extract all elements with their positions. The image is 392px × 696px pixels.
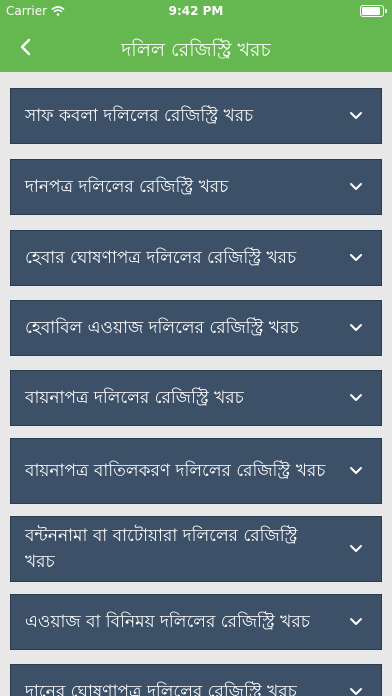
accordion-item-label: হেবাবিল এওয়াজ দলিলের রেজিস্ট্রি খরচ	[25, 318, 299, 338]
accordion-item[interactable]: দানের ঘোষণাপত্র দলিলের রেজিস্ট্রি খরচ	[10, 664, 382, 696]
page-title: দলিল রেজিস্ট্রি খরচ	[121, 39, 271, 61]
accordion-item-label: বায়নাপত্র বাতিলকরণ দলিলের রেজিস্ট্রি খর…	[25, 461, 326, 481]
chevron-down-icon	[350, 618, 362, 625]
status-bar: Carrier 9:42 PM	[0, 0, 392, 22]
status-time: 9:42 PM	[168, 4, 224, 18]
accordion-item-label: সাফ কবলা দলিলের রেজিস্ট্রি খরচ	[25, 106, 254, 126]
accordion-item[interactable]: বন্টননামা বা বাটোয়ারা দলিলের রেজিস্ট্রি…	[10, 516, 382, 582]
accordion-item-label: বন্টননামা বা বাটোয়ারা দলিলের রেজিস্ট্রি…	[25, 526, 298, 572]
battery-level	[362, 7, 381, 15]
battery-icon	[360, 5, 387, 17]
chevron-down-icon	[350, 324, 362, 331]
accordion-item-label: বায়নাপত্র দলিলের রেজিস্ট্রি খরচ	[25, 388, 244, 408]
chevron-down-icon	[350, 183, 362, 190]
chevron-down-icon	[350, 467, 362, 474]
chevron-down-icon	[350, 688, 362, 695]
chevron-down-icon	[350, 254, 362, 261]
navigation-bar: দলিল রেজিস্ট্রি খরচ	[0, 22, 392, 72]
accordion-item[interactable]: এওয়াজ বা বিনিময় দলিলের রেজিস্ট্রি খরচ	[10, 594, 382, 650]
accordion-item[interactable]: বায়নাপত্র বাতিলকরণ দলিলের রেজিস্ট্রি খর…	[10, 438, 382, 504]
accordion-item-label: দানপত্র দলিলের রেজিস্ট্রি খরচ	[25, 177, 229, 197]
accordion-item-label: এওয়াজ বা বিনিময় দলিলের রেজিস্ট্রি খরচ	[25, 612, 310, 632]
chevron-down-icon	[350, 545, 362, 552]
accordion-item-label: হেবার ঘোষণাপত্র দলিলের রেজিস্ট্রি খরচ	[25, 248, 297, 268]
accordion-item[interactable]: সাফ কবলা দলিলের রেজিস্ট্রি খরচ	[10, 88, 382, 144]
chevron-down-icon	[350, 112, 362, 119]
accordion-item[interactable]: হেবাবিল এওয়াজ দলিলের রেজিস্ট্রি খরচ	[10, 300, 382, 356]
chevron-down-icon	[350, 394, 362, 401]
accordion-item[interactable]: হেবার ঘোষণাপত্র দলিলের রেজিস্ট্রি খরচ	[10, 230, 382, 286]
accordion-item-label: দানের ঘোষণাপত্র দলিলের রেজিস্ট্রি খরচ	[25, 682, 297, 696]
accordion-item[interactable]: বায়নাপত্র দলিলের রেজিস্ট্রি খরচ	[10, 370, 382, 426]
accordion-item[interactable]: দানপত্র দলিলের রেজিস্ট্রি খরচ	[10, 159, 382, 215]
